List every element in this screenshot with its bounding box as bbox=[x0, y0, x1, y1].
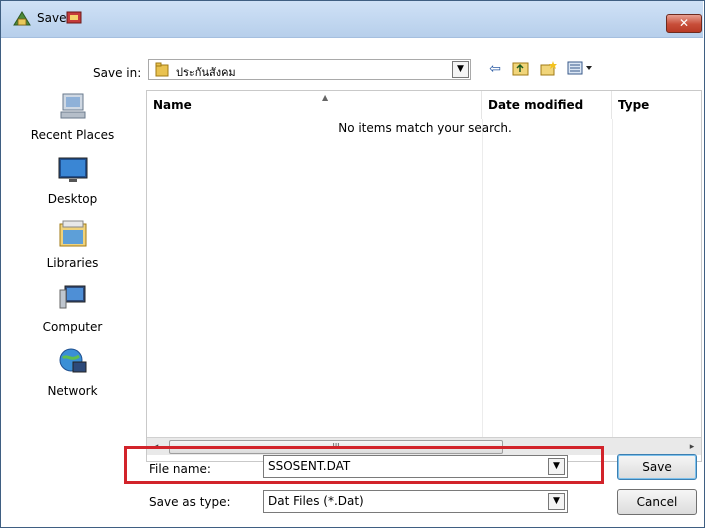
recent-places-icon bbox=[60, 93, 86, 119]
sort-ascending-icon: ▲ bbox=[322, 93, 329, 102]
places-bar: Recent Places Desktop Libraries Computer… bbox=[1, 90, 144, 450]
place-label: Computer bbox=[42, 320, 103, 334]
file-name-label: File name: bbox=[149, 462, 211, 476]
up-folder-icon[interactable] bbox=[511, 60, 531, 78]
views-menu-icon[interactable] bbox=[567, 60, 595, 78]
save-app-icon bbox=[13, 11, 31, 26]
dialog-body: Save in: ประกันสังคม ▼ ⇦ Recent Places D… bbox=[1, 38, 703, 527]
current-folder-text: ประกันสังคม bbox=[176, 66, 236, 79]
cancel-button[interactable]: Cancel bbox=[617, 489, 697, 515]
chevron-down-icon[interactable]: ▼ bbox=[548, 458, 565, 475]
file-name-input[interactable]: SSOSENT.DAT ▼ bbox=[263, 455, 568, 478]
place-network[interactable]: Network bbox=[1, 346, 144, 410]
save-in-combo[interactable]: ประกันสังคม ▼ bbox=[148, 59, 471, 80]
place-label: Network bbox=[47, 384, 98, 398]
column-header-type[interactable]: Type bbox=[612, 91, 703, 119]
column-divider bbox=[612, 119, 613, 437]
back-arrow-icon[interactable]: ⇦ bbox=[485, 60, 505, 78]
place-desktop[interactable]: Desktop bbox=[1, 154, 144, 218]
column-divider bbox=[482, 119, 483, 437]
save-as-type-select[interactable]: Dat Files (*.Dat) ▼ bbox=[263, 490, 568, 513]
file-list[interactable]: Name ▲ Date modified Type No items match… bbox=[146, 90, 702, 462]
place-label: Recent Places bbox=[30, 128, 115, 142]
empty-message: No items match your search. bbox=[338, 121, 512, 135]
place-computer[interactable]: Computer bbox=[1, 282, 144, 346]
file-name-value: SSOSENT.DAT bbox=[268, 459, 351, 473]
chevron-down-icon[interactable]: ▼ bbox=[452, 61, 469, 78]
close-button[interactable]: ✕ bbox=[666, 14, 702, 33]
new-folder-icon[interactable] bbox=[539, 60, 559, 78]
place-recent-places[interactable]: Recent Places bbox=[1, 90, 144, 154]
place-libraries[interactable]: Libraries bbox=[1, 218, 144, 282]
folder-icon bbox=[155, 62, 169, 77]
save-as-type-value: Dat Files (*.Dat) bbox=[268, 494, 364, 508]
network-icon bbox=[59, 348, 87, 373]
place-label: Desktop bbox=[47, 192, 98, 206]
place-label: Libraries bbox=[46, 256, 99, 270]
column-header-date-modified[interactable]: Date modified bbox=[482, 91, 612, 119]
title-bar[interactable]: Save ✕ bbox=[1, 1, 703, 38]
save-button[interactable]: Save bbox=[617, 454, 697, 480]
window-title: Save bbox=[37, 11, 67, 25]
title-badge-icon bbox=[66, 11, 82, 24]
chevron-down-icon[interactable]: ▼ bbox=[548, 493, 565, 510]
desktop-icon bbox=[58, 157, 88, 182]
save-in-label: Save in: bbox=[93, 66, 142, 80]
libraries-icon bbox=[59, 220, 87, 247]
save-as-type-label: Save as type: bbox=[149, 495, 231, 509]
column-header-name[interactable]: Name bbox=[147, 91, 482, 119]
computer-icon bbox=[59, 285, 86, 309]
